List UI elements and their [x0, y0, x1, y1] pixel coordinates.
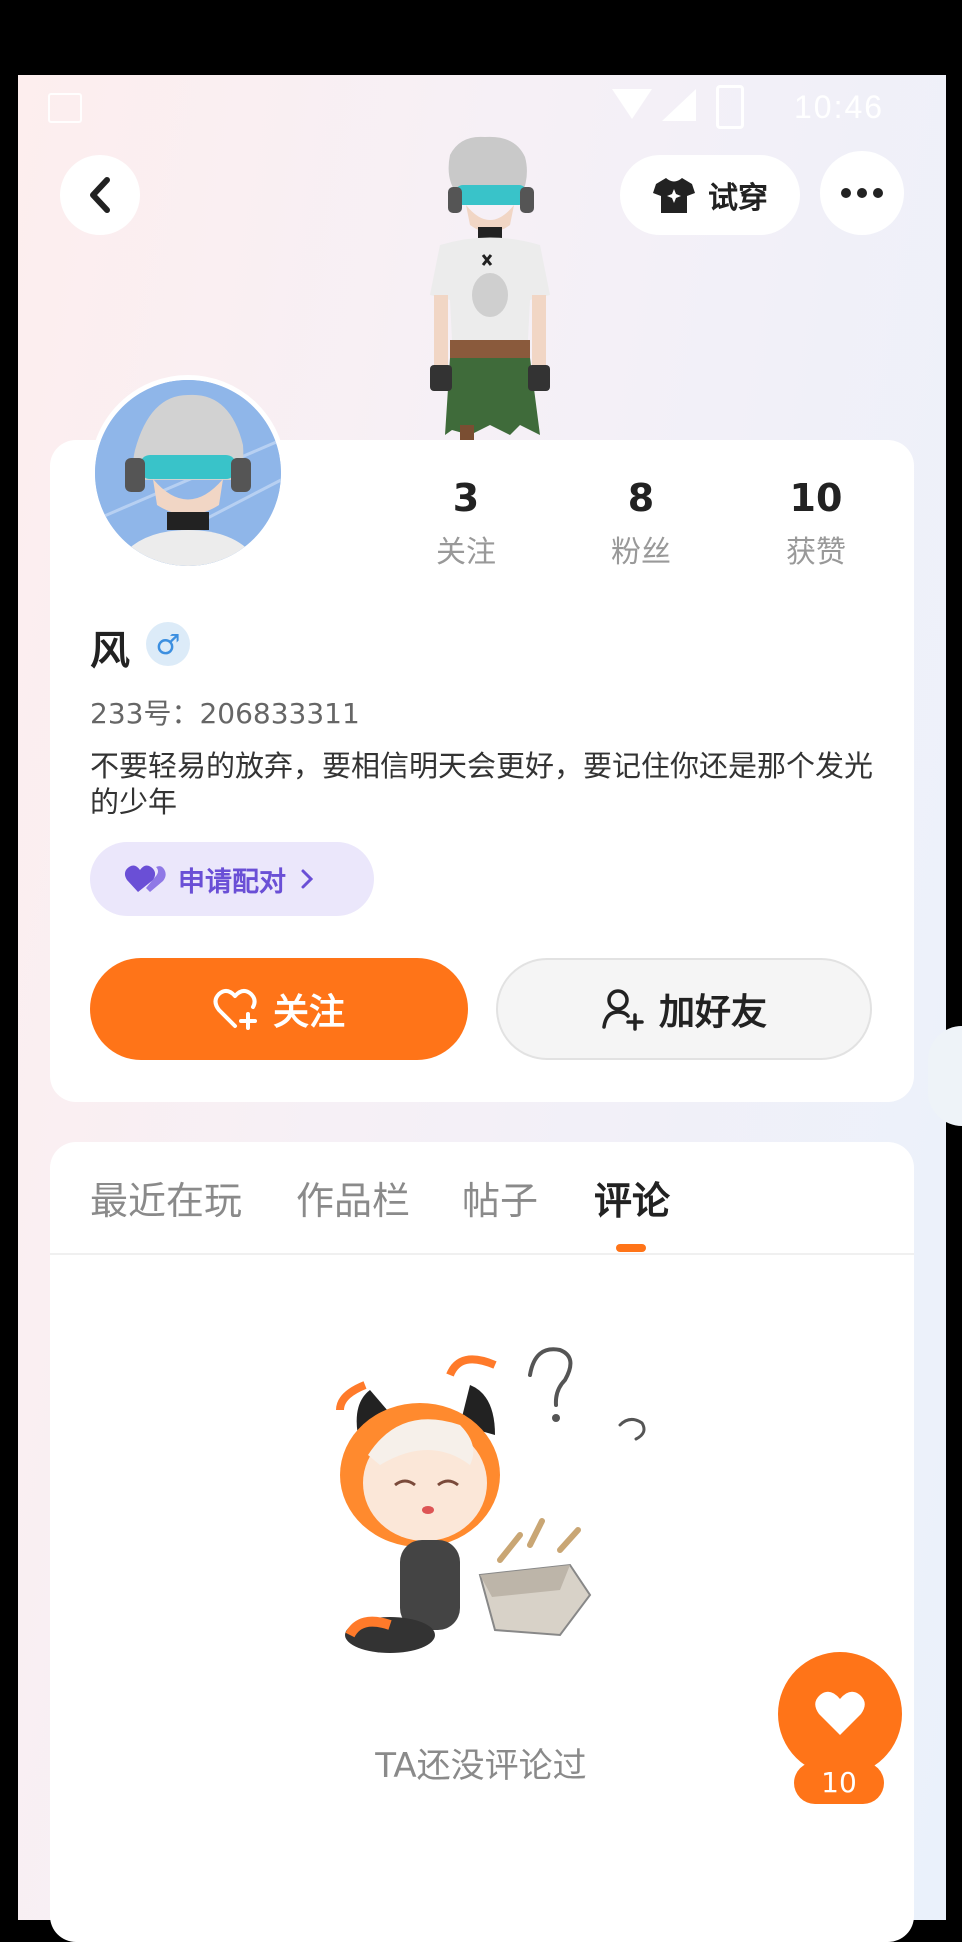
stat-label: 粉丝: [611, 535, 671, 570]
more-dot: [857, 188, 867, 198]
tab-recently-played[interactable]: 最近在玩: [90, 1170, 242, 1225]
tab-works[interactable]: 作品栏: [296, 1170, 410, 1225]
tab-divider: [50, 1253, 914, 1255]
chevron-right-icon: [301, 869, 314, 889]
active-tab-indicator: [616, 1244, 646, 1252]
add-friend-label: 加好友: [658, 992, 767, 1033]
stat-following[interactable]: 3 关注: [396, 475, 536, 571]
heart-icon: [815, 1691, 865, 1735]
add-user-icon: [602, 989, 644, 1031]
try-on-button[interactable]: 试穿: [620, 155, 800, 235]
more-dot: [873, 188, 883, 198]
empty-state-illustration: [336, 1347, 646, 1653]
tab-posts[interactable]: 帖子: [462, 1170, 538, 1225]
pair-request-button[interactable]: 申请配对: [90, 842, 374, 916]
avatar-image: [95, 380, 281, 566]
stat-value: 3: [452, 476, 480, 520]
image-notification-icon: [48, 93, 82, 123]
heart-plus-icon: [213, 989, 257, 1030]
chevron-left-icon: [90, 177, 110, 213]
stat-likes[interactable]: 10 获赞: [746, 475, 886, 571]
try-on-label: 试穿: [708, 181, 768, 216]
battery-icon: [716, 85, 744, 129]
user-bio: 不要轻易的放弃，要相信明天会更好，要记住你还是那个发光的少年: [90, 749, 874, 819]
avatar[interactable]: [90, 375, 286, 571]
status-bar: 10:46: [18, 75, 946, 135]
stat-label: 关注: [436, 535, 496, 570]
male-gender-icon: ♂: [146, 622, 190, 666]
stat-fans[interactable]: 8 粉丝: [571, 475, 711, 571]
tab-comments[interactable]: 评论: [594, 1170, 670, 1225]
follow-label: 关注: [272, 992, 345, 1033]
like-count-badge: 10: [794, 1762, 884, 1804]
add-friend-button[interactable]: 加好友: [496, 958, 872, 1060]
back-button[interactable]: [60, 155, 140, 235]
stat-label: 获赞: [786, 535, 846, 570]
pair-label: 申请配对: [178, 866, 286, 898]
more-dot: [841, 188, 851, 198]
user-name: 风: [90, 628, 130, 674]
user-id: 233号：206833311: [90, 697, 360, 730]
more-button[interactable]: [820, 151, 904, 235]
wifi-icon: [612, 89, 652, 119]
stat-value: 8: [627, 476, 655, 520]
double-heart-icon: [124, 865, 166, 892]
shirt-icon: [653, 178, 695, 213]
floating-side-tab[interactable]: [928, 1026, 962, 1126]
like-button[interactable]: [778, 1652, 902, 1776]
signal-icon: [662, 89, 696, 121]
follow-button[interactable]: 关注: [90, 958, 468, 1060]
status-time: 10:46: [794, 89, 885, 125]
stat-value: 10: [789, 476, 843, 520]
